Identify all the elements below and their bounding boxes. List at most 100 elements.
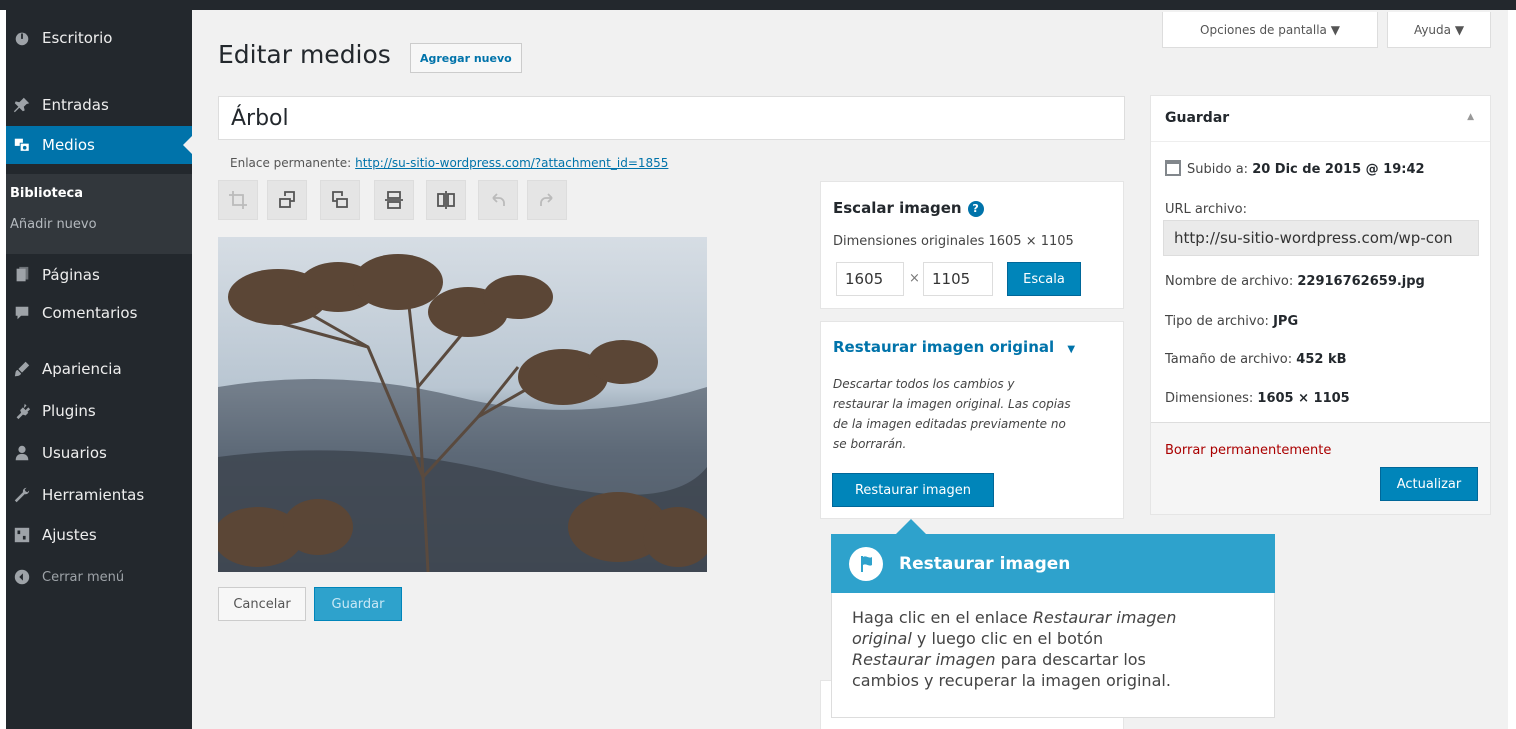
rotate-right-button[interactable] [320, 180, 360, 220]
flag-icon [849, 546, 883, 581]
scale-image-title-text: Escalar imagen [833, 199, 962, 217]
restore-original-toggle[interactable]: Restaurar imagen original ▼ [833, 338, 1075, 356]
sidebar-item-label: Ajustes [42, 526, 97, 544]
flip-vertical-button[interactable] [374, 180, 414, 220]
sidebar-item-label: Plugins [42, 402, 96, 420]
crop-button[interactable] [218, 180, 258, 220]
redo-button[interactable] [527, 180, 567, 220]
file-url-label: URL archivo: [1165, 202, 1247, 217]
appearance-icon [12, 359, 32, 379]
file-name: Nombre de archivo: 22916762659.jpg [1165, 274, 1425, 289]
sidebar-item-label: Escritorio [42, 29, 113, 47]
crop-icon [229, 191, 247, 209]
sidebar-item-entradas[interactable]: Entradas [6, 86, 192, 124]
meta-value: 20 Dic de 2015 @ 19:42 [1252, 162, 1425, 177]
major-publishing-actions: Borrar permanentemente Actualizar [1151, 422, 1490, 514]
submenu-item-biblioteca[interactable]: Biblioteca [10, 186, 83, 201]
save-meta-box: Guardar ▲ Borrar permanentemente Actuali… [1150, 95, 1491, 515]
restore-original-panel: Restaurar imagen original ▼ Descartar to… [820, 321, 1124, 519]
tooltip-header: Restaurar imagen [831, 534, 1275, 593]
sidebar-item-label: Entradas [42, 96, 109, 114]
restore-description-line: restaurar la imagen original. Las copias [833, 397, 1071, 411]
media-title-input[interactable]: Árbol [218, 96, 1125, 140]
submenu-item-anadir-nuevo[interactable]: Añadir nuevo [10, 217, 97, 232]
media-submenu: Biblioteca Añadir nuevo [6, 174, 192, 254]
sidebar-item-herramientas[interactable]: Herramientas [6, 476, 192, 514]
collapse-arrow-icon[interactable]: ▲ [1467, 112, 1474, 122]
help-icon[interactable]: ? [967, 200, 984, 217]
cancel-button[interactable]: Cancelar [218, 587, 306, 621]
sidebar-item-apariencia[interactable]: Apariencia [6, 350, 192, 388]
add-new-button[interactable]: Agregar nuevo [410, 43, 522, 73]
restore-description-line: de la imagen editadas previamente no [833, 417, 1066, 431]
undo-icon [492, 193, 505, 206]
rotate-left-icon [279, 191, 295, 208]
sidebar-item-paginas[interactable]: Páginas [6, 256, 192, 294]
update-button[interactable]: Actualizar [1380, 467, 1478, 501]
collapse-menu-button[interactable]: Cerrar menú [6, 558, 192, 596]
sidebar-item-label: Herramientas [42, 486, 145, 504]
tooltip-body: Haga clic en el enlace Restaurar imagen … [831, 593, 1275, 718]
save-edits-button[interactable]: Guardar [314, 587, 402, 621]
tooltip-text: Haga clic en el enlace [852, 608, 1033, 627]
tooltip-line: cambios y recuperar la imagen original. [852, 671, 1171, 690]
sidebar-item-escritorio[interactable]: Escritorio [6, 19, 192, 57]
sidebar-item-plugins[interactable]: Plugins [6, 392, 192, 430]
meta-label: Tamaño de archivo: [1165, 352, 1293, 367]
image-preview [218, 237, 707, 572]
sidebar-item-label: Medios [42, 136, 95, 154]
file-url-input[interactable]: http://su-sitio-wordpress.com/wp-con [1163, 220, 1479, 256]
meta-label: Nombre de archivo: [1165, 274, 1294, 289]
restore-image-button[interactable]: Restaurar imagen [832, 473, 994, 507]
pages-icon [12, 265, 32, 285]
tooltip-arrow [896, 519, 926, 534]
delete-permanently-link[interactable]: Borrar permanentemente [1165, 443, 1331, 458]
file-size: Tamaño de archivo: 452 kB [1165, 352, 1347, 367]
comments-icon [12, 303, 32, 323]
permalink-link[interactable]: http://su-sitio-wordpress.com/?attachmen… [355, 156, 668, 170]
sidebar-item-label: Apariencia [42, 360, 122, 378]
times-sign: × [909, 271, 920, 286]
pin-icon [12, 95, 32, 115]
scale-button[interactable]: Escala [1007, 262, 1081, 296]
scale-height-input[interactable]: 1105 [923, 262, 993, 296]
collapse-arrow-icon [12, 567, 32, 587]
scale-image-title: Escalar imagen? [833, 199, 984, 217]
sidebar-item-usuarios[interactable]: Usuarios [6, 434, 192, 472]
save-box-title: Guardar [1165, 110, 1230, 126]
permalink: Enlace permanente: http://su-sitio-wordpr… [230, 156, 668, 170]
tooltip-line: original y luego clic en el botón [852, 628, 1254, 649]
page-title: Editar medios [218, 40, 391, 69]
redo-icon [540, 193, 553, 206]
sidebar-item-ajustes[interactable]: Ajustes [6, 516, 192, 554]
media-icon [12, 135, 32, 155]
screen-options-tab[interactable]: Opciones de pantalla ▼ [1162, 12, 1378, 48]
undo-button[interactable] [478, 180, 518, 220]
rotate-right-icon [332, 191, 348, 208]
right-edge [1508, 10, 1516, 729]
flip-horizontal-button[interactable] [426, 180, 466, 220]
sidebar-item-label: Páginas [42, 266, 100, 284]
file-type: Tipo de archivo: JPG [1165, 314, 1298, 329]
help-tab[interactable]: Ayuda ▼ [1387, 12, 1491, 48]
tooltip-emphasis: original [852, 629, 912, 648]
dimensions: Dimensiones: 1605 × 1105 [1165, 391, 1350, 406]
sidebar-item-label: Comentarios [42, 304, 138, 322]
tooltip-emphasis: Restaurar imagen [1032, 608, 1177, 627]
meta-label: Subido a: [1187, 162, 1249, 177]
caret-down-icon: ▼ [1067, 344, 1076, 355]
flip-horizontal-icon [437, 191, 455, 209]
admin-top-bar [0, 0, 1516, 10]
restore-original-title: Restaurar imagen original [833, 338, 1055, 356]
sidebar-item-comentarios[interactable]: Comentarios [6, 294, 192, 332]
sidebar-item-medios[interactable]: Medios [6, 126, 192, 164]
tooltip-emphasis: Restaurar imagen [852, 650, 996, 669]
rotate-left-button[interactable] [267, 180, 307, 220]
tooltip-line: Haga clic en el enlace Restaurar imagen [852, 607, 1254, 628]
scale-width-input[interactable]: 1605 [836, 262, 904, 296]
restore-description-line: Descartar todos los cambios y [833, 377, 1015, 391]
save-box-header[interactable]: Guardar ▲ [1151, 96, 1490, 142]
tooltip-text: y luego clic en el botón [911, 629, 1104, 648]
meta-value: JPG [1273, 314, 1299, 329]
sidebar-item-label: Usuarios [42, 444, 107, 462]
